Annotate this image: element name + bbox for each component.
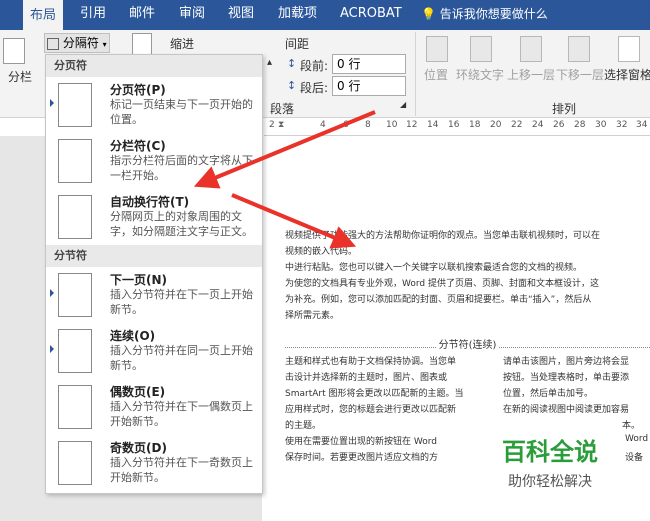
watermark-logo: 百科全说 助你轻松解决 xyxy=(475,432,625,497)
watermark-title: 百科全说 xyxy=(502,438,598,466)
arrow-to-document xyxy=(231,193,357,249)
arrow-to-text-wrapping-break xyxy=(193,110,376,189)
watermark-subtitle: 助你轻松解决 xyxy=(508,474,592,490)
